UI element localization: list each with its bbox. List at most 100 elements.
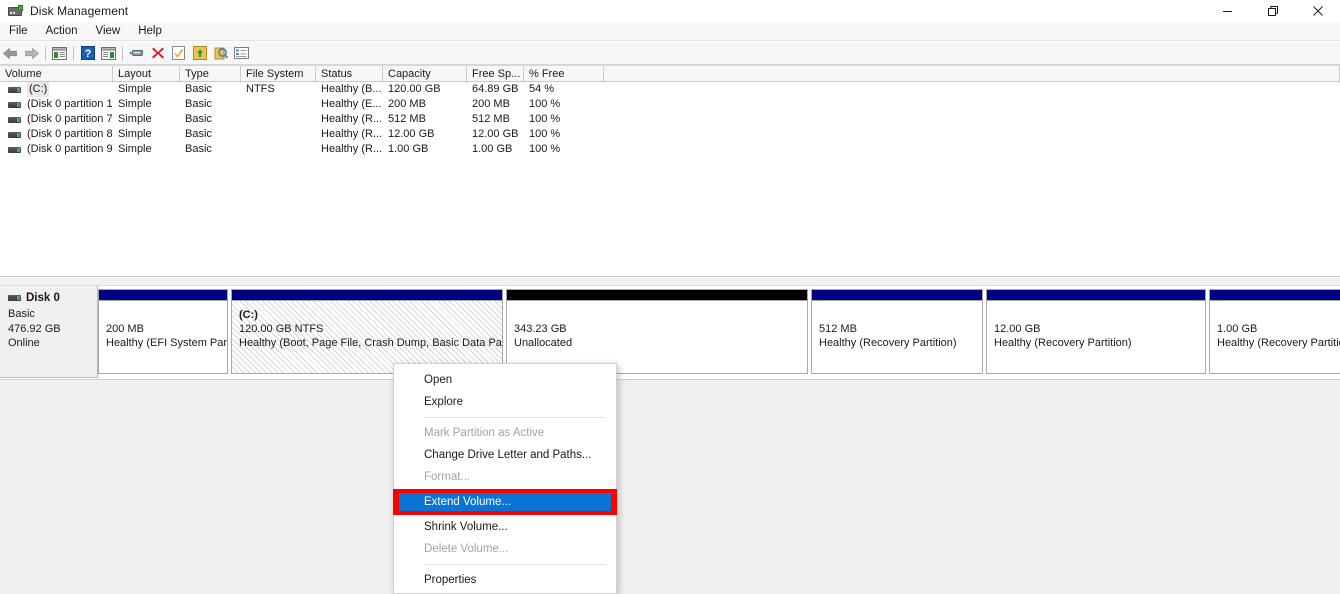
context-menu-item-shrink-volume[interactable]: Shrink Volume... — [394, 516, 616, 538]
partition-capacity-bar — [98, 289, 228, 300]
partition-body: 200 MB Healthy (EFI System Part — [98, 300, 228, 374]
table-row[interactable]: (Disk 0 partition 7) Simple Basic Healthy (… — [0, 112, 1340, 127]
partition-block[interactable]: (C:) 120.00 GB NTFS Healthy (Boot, Page Fi… — [231, 289, 503, 374]
panel-splitter[interactable] — [0, 277, 1340, 285]
forward-arrow-icon[interactable] — [21, 43, 42, 64]
disk-icon — [8, 295, 21, 301]
column-header[interactable]: Status — [316, 66, 383, 83]
menu-item-file[interactable]: File — [0, 23, 37, 40]
partition-label-spacer — [106, 308, 227, 322]
partition-label-spacer — [994, 308, 1205, 322]
file-system-cell: NTFS — [246, 83, 275, 95]
type-cell: Basic — [185, 113, 212, 125]
volume-cell: (Disk 0 partition 9) — [0, 142, 113, 157]
close-icon[interactable] — [1295, 0, 1340, 22]
context-menu-item-open[interactable]: Open — [394, 369, 616, 391]
percent-free-cell: 54 % — [529, 83, 555, 95]
context-menu-item-mark-partition-as-active: Mark Partition as Active — [424, 427, 545, 439]
column-header[interactable]: Capacity — [383, 66, 467, 83]
context-menu-item-explore[interactable]: Explore — [394, 391, 616, 413]
menu-item-help[interactable]: Help — [129, 23, 171, 40]
free-space-cell: 200 MB — [472, 98, 510, 110]
volume-name: (Disk 0 partition 9) — [27, 143, 113, 155]
partition-label-spacer — [1217, 308, 1340, 322]
properties-icon[interactable] — [126, 43, 147, 64]
file-system-cell — [241, 142, 316, 157]
svg-text:?: ? — [84, 48, 91, 60]
table-row[interactable]: (Disk 0 partition 8) Simple Basic Healthy (… — [0, 127, 1340, 142]
window-controls — [1205, 0, 1340, 22]
partition-status: Healthy (EFI System Part — [106, 337, 228, 349]
volume-icon — [8, 116, 21, 123]
type-cell: Basic — [185, 128, 212, 140]
partition-body: 1.00 GB Healthy (Recovery Partition) — [1209, 300, 1340, 374]
partition-size: 200 MB — [106, 323, 144, 335]
status-cell: Healthy (E... — [321, 98, 382, 110]
partition-strip: 200 MB Healthy (EFI System Part (C:) 120.00… — [98, 286, 1340, 378]
show-hide-action-pane-icon[interactable] — [98, 43, 119, 64]
back-arrow-icon[interactable] — [0, 43, 21, 64]
column-header[interactable]: Type — [180, 66, 241, 83]
column-header-filler — [604, 66, 1340, 83]
minimize-icon[interactable] — [1205, 0, 1250, 22]
rescan-disks-icon[interactable] — [189, 43, 210, 64]
volume-cell: (Disk 0 partition 1) — [0, 97, 113, 112]
layout-cell: Simple — [118, 143, 152, 155]
partition-body: 512 MB Healthy (Recovery Partition) — [811, 300, 983, 374]
volume-name: (Disk 0 partition 8) — [27, 128, 113, 140]
disk-map-panel: Disk 0 Basic 476.92 GB Online 200 MB Heal… — [0, 285, 1340, 379]
refresh-icon[interactable] — [168, 43, 189, 64]
menu-separator — [424, 417, 606, 418]
disk-status: Online — [8, 337, 40, 349]
disk-type: Basic — [8, 308, 35, 320]
table-row[interactable]: (Disk 0 partition 1) Simple Basic Healthy (… — [0, 97, 1340, 112]
partition-size: 343.23 GB — [514, 323, 567, 335]
partition-capacity-bar — [231, 289, 503, 300]
menu-item-action[interactable]: Action — [37, 23, 87, 40]
free-space-cell: 512 MB — [472, 113, 510, 125]
table-row[interactable]: (Disk 0 partition 9) Simple Basic Healthy (… — [0, 142, 1340, 157]
title-bar: Disk Management — [0, 0, 1340, 22]
file-system-cell — [241, 112, 316, 127]
partition-block[interactable]: 1.00 GB Healthy (Recovery Partition) — [1209, 289, 1340, 374]
volume-cell: (C:) — [0, 82, 113, 97]
status-cell: Healthy (R... — [321, 113, 383, 125]
disk-name: Disk 0 — [26, 292, 60, 304]
search-icon[interactable] — [210, 43, 231, 64]
show-hide-console-tree-icon[interactable] — [49, 43, 70, 64]
volume-cell: (Disk 0 partition 7) — [0, 112, 113, 127]
volume-name: (Disk 0 partition 1) — [27, 98, 113, 110]
delete-icon[interactable] — [147, 43, 168, 64]
volume-list-header: Volume Layout Type File System Status Capacit… — [0, 65, 1340, 83]
column-header[interactable]: File System — [241, 66, 316, 83]
menu-item-view[interactable]: View — [87, 23, 130, 40]
column-header[interactable]: % Free — [524, 66, 604, 83]
table-row[interactable]: (C:) Simple Basic NTFS Healthy (B... 120.00 G… — [0, 82, 1340, 97]
partition-block[interactable]: 512 MB Healthy (Recovery Partition) — [811, 289, 983, 374]
capacity-cell: 12.00 GB — [388, 128, 435, 140]
disk-info-panel[interactable]: Disk 0 Basic 476.92 GB Online — [0, 286, 98, 378]
toolbar-separator — [45, 45, 46, 61]
layout-cell: Simple — [118, 98, 152, 110]
free-space-cell: 12.00 GB — [472, 128, 519, 140]
help-icon[interactable]: ? — [77, 43, 98, 64]
window-title: Disk Management — [30, 4, 129, 18]
column-header[interactable]: Volume — [0, 66, 113, 83]
list-view-icon[interactable] — [231, 43, 252, 64]
partition-status: Healthy (Recovery Partition) — [819, 337, 957, 349]
context-menu-item-change-drive-letter-and-paths[interactable]: Change Drive Letter and Paths... — [394, 444, 616, 466]
column-header[interactable]: Layout — [113, 66, 180, 83]
partition-block[interactable]: 12.00 GB Healthy (Recovery Partition) — [986, 289, 1206, 374]
context-menu-item-properties[interactable]: Properties — [394, 569, 616, 591]
capacity-cell: 200 MB — [388, 98, 426, 110]
status-cell: Healthy (R... — [321, 143, 383, 155]
partition-block[interactable]: 200 MB Healthy (EFI System Part — [98, 289, 228, 374]
percent-free-cell: 100 % — [529, 113, 561, 125]
column-header[interactable]: Free Sp... — [467, 66, 524, 83]
volume-name: (Disk 0 partition 7) — [27, 113, 113, 125]
context-menu-item-extend-volume[interactable]: Extend Volume... — [399, 493, 611, 511]
capacity-cell: 120.00 GB — [388, 83, 441, 95]
disk-management-window: Disk Management File Action View Help ? … — [0, 0, 1340, 594]
restore-icon[interactable] — [1250, 0, 1295, 22]
unallocated-space[interactable]: 343.23 GB Unallocated — [506, 289, 808, 374]
